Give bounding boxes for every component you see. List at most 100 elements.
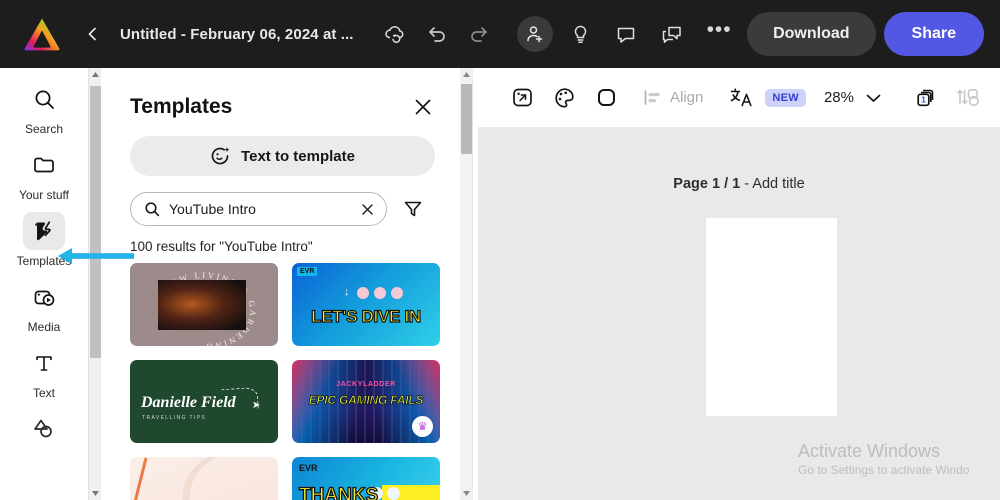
template-kicker: JACKYLADDER bbox=[336, 381, 396, 388]
paper-plane-icon: ➤ bbox=[252, 400, 261, 411]
back-button[interactable] bbox=[78, 19, 108, 49]
template-card-lets-dive-in[interactable]: EVR ↓ LET'S DIVE IN bbox=[292, 263, 440, 346]
comment-button[interactable] bbox=[607, 15, 645, 53]
translate-button[interactable] bbox=[723, 80, 759, 116]
template-card-epic-gaming-fails[interactable]: JACKYLADDER EPIC GAMING FAILS ♛ bbox=[292, 360, 440, 443]
adobe-express-logo-icon[interactable] bbox=[20, 14, 64, 54]
ideas-button[interactable] bbox=[561, 15, 599, 53]
download-button[interactable]: Download bbox=[747, 12, 876, 56]
rounded-square-icon bbox=[597, 89, 615, 106]
search-row bbox=[130, 192, 460, 226]
watermark-subtitle: Go to Settings to activate Windo bbox=[798, 463, 970, 477]
circle-icon bbox=[374, 287, 386, 299]
scroll-up-button[interactable] bbox=[460, 68, 473, 81]
sidebar-item-media[interactable]: Media bbox=[6, 278, 82, 334]
template-title: EPIC GAMING FAILS bbox=[308, 393, 424, 408]
canvas-area[interactable]: Align NEW 28% 1 Page 1 / 1 - Add title A… bbox=[478, 68, 1000, 500]
invite-collaborator-button[interactable] bbox=[517, 16, 554, 52]
filter-button[interactable] bbox=[401, 197, 425, 221]
canvas-page[interactable] bbox=[706, 218, 837, 416]
pages-button[interactable]: 1 bbox=[908, 80, 944, 116]
caret-up-icon bbox=[463, 72, 470, 77]
rail-scrollbar-thumb[interactable] bbox=[90, 86, 101, 358]
search-icon-box bbox=[23, 80, 65, 118]
rail-scrollbar[interactable] bbox=[88, 68, 102, 500]
panel-scrollbar[interactable] bbox=[460, 68, 473, 500]
align-button[interactable]: Align bbox=[642, 87, 703, 108]
top-bar: Untitled - February 06, 2024 at ... ••• … bbox=[0, 0, 1000, 68]
clear-x-icon bbox=[361, 203, 373, 215]
template-badge: EVR bbox=[297, 267, 318, 276]
color-palette-icon bbox=[554, 88, 574, 108]
template-title: Danielle Field bbox=[141, 394, 236, 411]
search-input[interactable] bbox=[169, 201, 358, 217]
undo-button[interactable] bbox=[418, 15, 456, 53]
chat-button[interactable] bbox=[653, 15, 691, 53]
cloud-sync-button[interactable] bbox=[376, 15, 414, 53]
caret-down-icon bbox=[92, 491, 99, 496]
template-search-box[interactable] bbox=[130, 192, 387, 226]
left-rail: Search Your stuff Templates Media Text bbox=[0, 68, 88, 500]
template-card-danielle-field[interactable]: ➤ Danielle Field TRAVELLING TIPS bbox=[130, 360, 278, 443]
template-card-slow-living-gardening[interactable]: SLOW LIVING & GARDENING bbox=[130, 263, 278, 346]
template-title: THANKS bbox=[298, 484, 379, 500]
circle-icon bbox=[391, 287, 403, 299]
page-title-row[interactable]: Page 1 / 1 - Add title bbox=[478, 176, 1000, 192]
resize-button[interactable] bbox=[504, 80, 540, 116]
template-subtitle: TRAVELLING TIPS bbox=[142, 415, 207, 421]
media-icon bbox=[34, 290, 54, 306]
template-card-peach-letter[interactable]: letter to bbox=[130, 457, 278, 500]
shape-button[interactable] bbox=[588, 80, 624, 116]
clear-search-button[interactable] bbox=[358, 200, 376, 218]
zoom-dropdown-button[interactable] bbox=[860, 84, 888, 112]
sidebar-item-search[interactable]: Search bbox=[6, 80, 82, 136]
sparkle-face-icon bbox=[211, 147, 230, 165]
topbar-icon-group bbox=[376, 15, 498, 53]
template-card-thanks[interactable]: ↓ EVR THANKS bbox=[292, 457, 440, 500]
zoom-level[interactable]: 28% bbox=[824, 89, 854, 106]
close-icon bbox=[415, 99, 431, 115]
resize-icon bbox=[512, 88, 532, 107]
scroll-down-button[interactable] bbox=[460, 487, 473, 500]
text-to-template-button[interactable]: Text to template bbox=[130, 136, 435, 176]
template-badge: EVR bbox=[299, 463, 318, 473]
templates-icon-box bbox=[23, 212, 65, 250]
sidebar-item-label: Templates bbox=[16, 254, 72, 268]
redo-button[interactable] bbox=[460, 15, 498, 53]
sidebar-item-templates[interactable]: Templates bbox=[6, 212, 82, 268]
svg-text:1: 1 bbox=[921, 94, 926, 104]
more-options-button[interactable]: ••• bbox=[699, 15, 739, 53]
circle-icon bbox=[357, 287, 369, 299]
templates-panel: Templates Text to template YouTube Intro… bbox=[101, 68, 460, 500]
page-title: Templates bbox=[130, 95, 233, 118]
canvas-toolbar: Align NEW 28% 1 bbox=[478, 68, 1000, 128]
cloud-sync-icon bbox=[384, 26, 403, 43]
comment-icon bbox=[617, 27, 635, 43]
share-button[interactable]: Share bbox=[883, 12, 984, 56]
add-title-label: - Add title bbox=[740, 176, 805, 192]
chevron-down-icon bbox=[867, 94, 881, 102]
decorative-tool bbox=[132, 457, 178, 500]
color-palette-button[interactable] bbox=[546, 80, 582, 116]
download-glyph: ↓ bbox=[344, 286, 350, 298]
premium-crown-icon: ♛ bbox=[412, 416, 433, 437]
document-title[interactable]: Untitled - February 06, 2024 at ... bbox=[120, 26, 354, 43]
sidebar-item-your-stuff[interactable]: Your stuff bbox=[6, 146, 82, 202]
template-grid: SLOW LIVING & GARDENING EVR ↓ LET'S DIVE… bbox=[130, 263, 440, 500]
elements-icon-box bbox=[23, 410, 65, 448]
sidebar-item-text[interactable]: Text bbox=[6, 344, 82, 400]
redo-icon bbox=[470, 27, 487, 42]
arrange-layers-icon bbox=[957, 88, 979, 107]
sidebar-item-label: Your stuff bbox=[18, 188, 70, 202]
sidebar-item-elements[interactable] bbox=[6, 410, 82, 452]
arrange-button[interactable] bbox=[950, 80, 986, 116]
chat-bubbles-icon bbox=[662, 26, 681, 43]
close-panel-button[interactable] bbox=[410, 94, 436, 120]
panel-scrollbar-thumb[interactable] bbox=[461, 84, 472, 154]
adobe-express-editor: Untitled - February 06, 2024 at ... ••• … bbox=[0, 0, 1000, 500]
new-badge: NEW bbox=[765, 88, 806, 107]
windows-activation-watermark: Activate Windows Go to Settings to activ… bbox=[798, 440, 969, 478]
template-title: LET'S DIVE IN bbox=[311, 306, 422, 326]
templates-icon bbox=[35, 221, 51, 241]
folder-icon-box bbox=[23, 146, 65, 184]
